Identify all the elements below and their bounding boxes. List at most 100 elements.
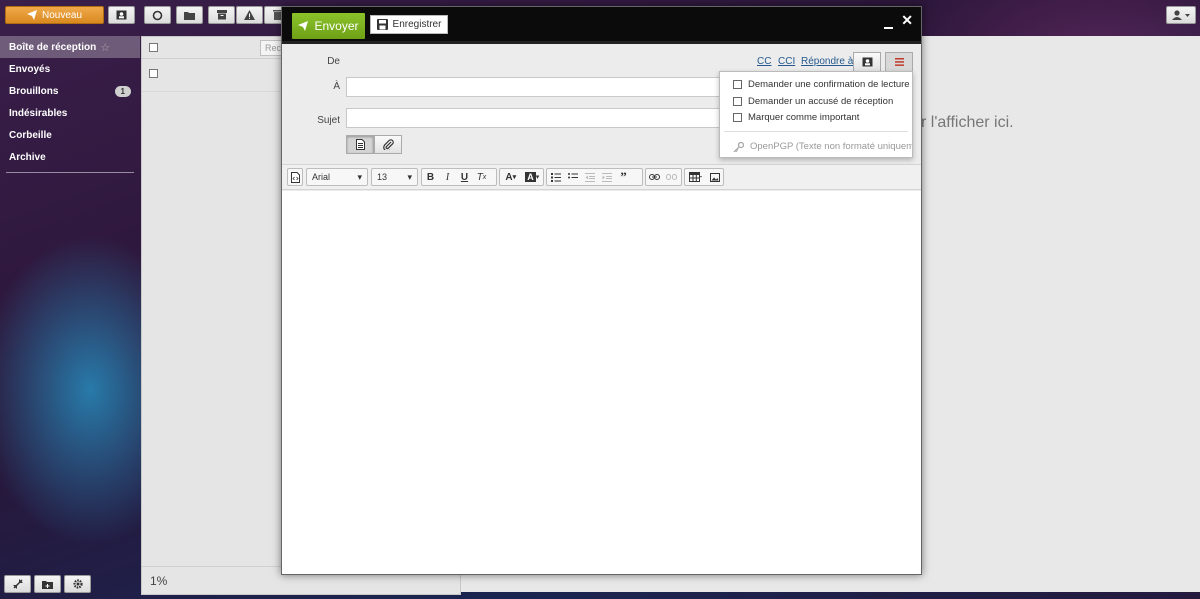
openpgp-option[interactable]: OpenPGP (Texte non formaté uniquement) [733,141,913,152]
table-icon[interactable] [685,169,707,185]
blockquote-icon[interactable]: ” [615,169,632,185]
indent-icon[interactable] [598,169,615,185]
request-delivery-receipt-option[interactable]: Demander un accusé de réception [733,96,893,107]
paper-plane-icon [26,10,37,20]
contacts-button[interactable] [853,52,881,72]
text-format-group: B I U Tx [421,168,497,186]
user-menu-button[interactable] [1166,6,1196,24]
hamburger-menu-icon [894,58,904,66]
close-icon[interactable]: ✕ [901,12,913,29]
bcc-link[interactable]: CCI [778,56,795,67]
paper-plane-icon [298,21,309,31]
settings-button[interactable] [64,575,91,593]
dropdown-divider [724,131,908,132]
ordered-list-icon[interactable] [547,169,564,185]
sidebar-item-trash[interactable]: Corbeille [0,124,140,146]
italic-icon[interactable]: I [439,169,456,185]
document-icon [355,139,365,150]
reply-to-link[interactable]: Répondre à [801,56,853,67]
openpgp-label: OpenPGP (Texte non formaté uniquement) [750,141,913,152]
sidebar-item-archive[interactable]: Archive [0,146,140,168]
folder-plus-icon [42,580,53,589]
send-button[interactable]: Envoyer [292,13,365,39]
save-draft-button[interactable]: Enregistrer [370,15,448,34]
user-icon [1172,10,1182,20]
underline-icon[interactable]: U [456,169,473,185]
font-size-value: 13 [377,172,388,182]
sidebar-divider [6,172,134,173]
read-receipt-checkbox[interactable] [733,80,742,89]
archive-button[interactable] [208,6,235,24]
options-menu-button[interactable] [885,52,913,72]
link-icon[interactable] [646,169,663,185]
insert-group [684,168,724,186]
key-icon [733,141,744,152]
sidebar-bottom-toolbar [4,575,91,593]
delivery-receipt-checkbox[interactable] [733,97,742,106]
font-family-select[interactable]: Arial ▾ [306,168,368,186]
option-label: Demander un accusé de réception [748,96,894,107]
message-checkbox[interactable] [149,69,158,78]
mark-important-option[interactable]: Marquer comme important [733,112,859,123]
unread-count-badge: 1 [114,85,131,97]
to-label: À [333,81,340,92]
source-toggle-button[interactable] [288,169,302,185]
move-to-folder-button[interactable] [176,6,203,24]
compose-header: Envoyer Enregistrer ✕ [282,7,921,44]
background-color-icon[interactable]: A ▾ [522,169,544,185]
collapse-button[interactable] [4,575,31,593]
to-field[interactable] [346,77,726,97]
gear-icon [72,579,83,589]
paperclip-icon [382,139,394,150]
text-color-icon[interactable]: A ▾ [500,169,522,185]
contacts-button[interactable] [108,6,135,24]
warning-icon [244,10,255,20]
create-folder-button[interactable] [34,575,61,593]
refresh-icon [152,10,163,21]
option-label: Marquer comme important [748,112,860,123]
source-mode-group [287,168,303,186]
editor-toolbar: Arial ▾ 13 ▾ B I U Tx A ▾ A ▾ ” [282,164,921,190]
chevron-down-icon [1185,13,1190,17]
clear-format-icon[interactable]: Tx [473,169,490,185]
save-label: Enregistrer [392,19,442,30]
refresh-button[interactable] [144,6,171,24]
option-label: Demander une confirmation de lecture [748,79,910,90]
new-message-button[interactable]: Nouveau [5,6,104,24]
new-message-label: Nouveau [41,9,83,21]
spam-button[interactable] [236,6,263,24]
font-size-select[interactable]: 13 ▾ [371,168,418,186]
bold-icon[interactable]: B [422,169,439,185]
sidebar-item-inbox[interactable]: Boîte de réception ☆ [0,36,140,58]
sidebar-item-label: Corbeille [9,129,52,141]
plain-text-mode-button[interactable] [346,135,374,154]
message-body-editor[interactable] [282,191,921,574]
subject-field[interactable] [346,108,726,128]
sidebar-item-label: Envoyés [9,63,51,75]
cc-link[interactable]: CC [757,56,771,67]
request-read-receipt-option[interactable]: Demander une confirmation de lecture [733,79,910,90]
sidebar-item-label: Indésirables [9,107,68,119]
from-label: De [327,56,340,67]
sidebar-item-label: Boîte de réception [9,41,97,53]
unordered-list-icon[interactable] [564,169,581,185]
contact-card-icon [116,10,127,20]
sidebar-item-sent[interactable]: Envoyés [0,58,140,80]
select-all-checkbox[interactable] [149,43,158,52]
sidebar-item-spam[interactable]: Indésirables [0,102,140,124]
sidebar-item-label: Archive [9,151,46,163]
subject-label: Sujet [317,115,340,126]
outdent-icon[interactable] [581,169,598,185]
link-group [645,168,682,186]
archive-icon [216,10,227,20]
star-icon[interactable]: ☆ [100,41,110,54]
important-checkbox[interactable] [733,113,742,122]
header-divider [282,41,921,44]
unlink-icon[interactable] [663,169,680,185]
sidebar-item-label: Brouillons [9,85,59,97]
image-icon[interactable] [707,169,723,185]
sidebar-item-drafts[interactable]: Brouillons 1 [0,80,140,102]
folder-sidebar: Boîte de réception ☆ Envoyés Brouillons … [0,36,140,599]
attach-file-button[interactable] [374,135,402,154]
minimize-button[interactable] [884,27,893,29]
